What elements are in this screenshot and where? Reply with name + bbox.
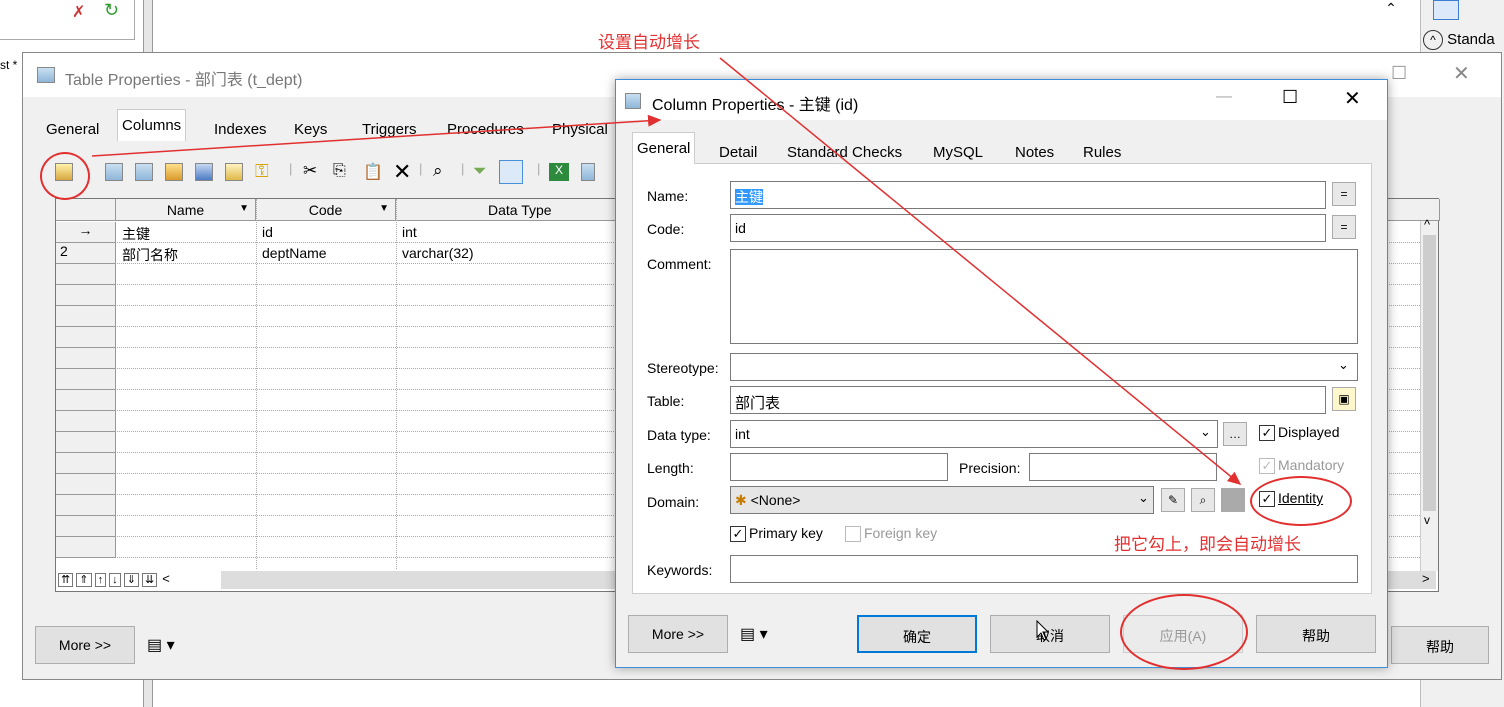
annotation-arrow-to-dialog <box>91 114 662 157</box>
annotation-arrows <box>91 57 1242 485</box>
annotation-arrow-to-identity <box>719 57 1242 485</box>
